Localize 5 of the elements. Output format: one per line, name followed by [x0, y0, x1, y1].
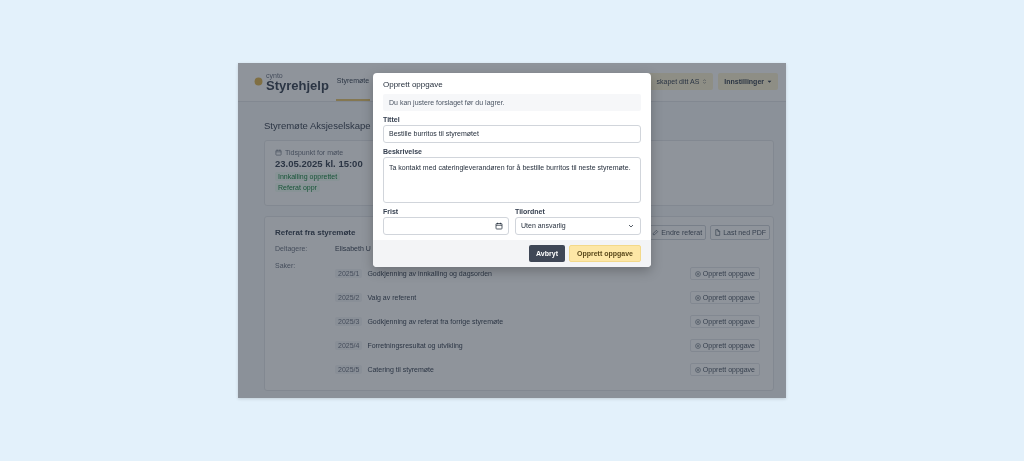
page-title: Styremøte Aksjeselskape [264, 119, 371, 131]
logo-text: Styrehjelp [266, 78, 329, 92]
minutes-title: Referat fra styremøte [275, 227, 356, 237]
dialog-title: Opprett oppgave [383, 79, 444, 89]
meeting-datetime: 23.05.2025 kl. 15:00 [275, 157, 363, 169]
